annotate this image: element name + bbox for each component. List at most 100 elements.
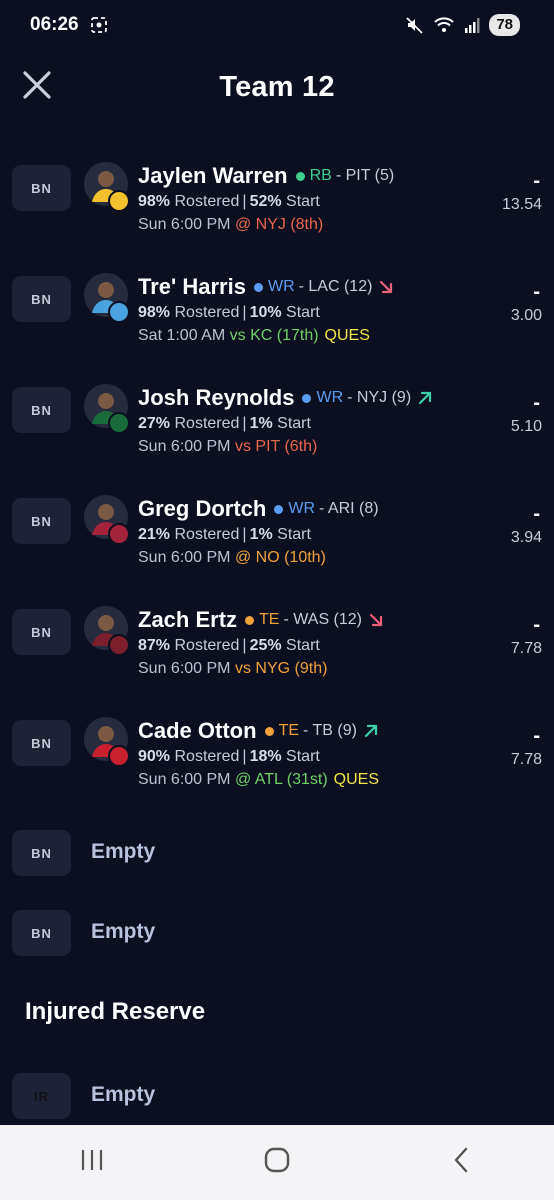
slot-badge[interactable]: BN xyxy=(12,165,71,211)
roster-stats: 98% Rostered | 52% Start xyxy=(138,190,468,213)
trend-up-icon xyxy=(363,723,379,739)
roster-stats: 21% Rostered | 1% Start xyxy=(138,523,468,546)
projected-points: 7.78 xyxy=(510,640,542,657)
status-dot xyxy=(264,726,274,736)
actual-points: - xyxy=(533,614,540,636)
opponent: @ ATL (31st) xyxy=(234,771,328,788)
slot-badge[interactable]: BN xyxy=(12,720,71,766)
projection-column: - 13.54 xyxy=(472,170,542,214)
separator: | xyxy=(242,526,247,543)
player-position: TE xyxy=(278,722,300,739)
separator: | xyxy=(242,415,247,432)
player-row[interactable]: BN Jaylen Warren RB - PIT (5) 98% Rostered | 5… xyxy=(0,150,554,261)
projected-points: 3.94 xyxy=(510,529,542,546)
player-name[interactable]: Cade Otton xyxy=(138,718,257,744)
empty-slot-list: BN Empty BN Empty xyxy=(0,830,554,990)
player-name[interactable]: Tre' Harris xyxy=(138,274,246,300)
game-info: Sun 6:00 PM vs NYG (9th) xyxy=(138,657,468,680)
player-team: - WAS (12) xyxy=(283,611,363,628)
projection-column: - 7.78 xyxy=(472,614,542,658)
projected-points: 5.10 xyxy=(510,418,542,435)
empty-slot-row[interactable]: BN Empty xyxy=(0,830,554,910)
ir-slot-row[interactable]: IR Empty xyxy=(0,1073,554,1123)
player-info: Zach Ertz TE - WAS (12) 87% Rostered | 25% St… xyxy=(138,606,468,680)
player-name-line: Greg Dortch WR - ARI (8) xyxy=(138,495,468,523)
player-row[interactable]: BN Tre' Harris WR - LAC (12) 98% Rostered | 10… xyxy=(0,261,554,372)
slot-badge[interactable]: BN xyxy=(12,387,71,433)
slot-badge[interactable]: IR xyxy=(12,1073,71,1119)
start-pct: 10% xyxy=(249,304,282,321)
start-label: Start xyxy=(286,748,320,765)
status-time: 06:26 xyxy=(30,14,79,35)
screenshot-icon xyxy=(89,15,109,35)
player-avatar[interactable] xyxy=(84,162,130,212)
status-right: 78 xyxy=(405,14,520,36)
player-avatar[interactable] xyxy=(84,717,130,767)
player-avatar[interactable] xyxy=(84,606,130,656)
player-avatar[interactable] xyxy=(84,495,130,545)
trend-down-icon xyxy=(378,279,394,295)
projection-column: - 7.78 xyxy=(472,725,542,769)
slot-badge[interactable]: BN xyxy=(12,498,71,544)
team-logo-icon xyxy=(108,745,130,767)
player-position: WR xyxy=(288,500,316,517)
projection-column: - 3.94 xyxy=(472,503,542,547)
player-name-line: Tre' Harris WR - LAC (12) xyxy=(138,273,468,301)
actual-points: - xyxy=(533,503,540,525)
slot-badge[interactable]: BN xyxy=(12,910,71,956)
separator: | xyxy=(242,637,247,654)
injury-status-tag: QUES xyxy=(333,771,380,788)
rostered-pct: 90% xyxy=(138,748,171,765)
projected-points: 3.00 xyxy=(510,307,542,324)
game-info: Sun 6:00 PM @ ATL (31st) QUES xyxy=(138,768,468,791)
player-info: Josh Reynolds WR - NYJ (9) 27% Rostered | 1% … xyxy=(138,384,468,458)
close-button[interactable] xyxy=(20,70,54,104)
rostered-label: Rostered xyxy=(174,304,240,321)
slot-badge[interactable]: BN xyxy=(12,276,71,322)
player-row[interactable]: BN Greg Dortch WR - ARI (8) 21% Rostered | 1% … xyxy=(0,483,554,594)
player-avatar[interactable] xyxy=(84,384,130,434)
empty-label: Empty xyxy=(91,920,156,943)
team-logo-icon xyxy=(108,634,130,656)
player-team: - ARI (8) xyxy=(319,500,379,517)
recent-apps-button[interactable] xyxy=(62,1143,122,1183)
start-pct: 18% xyxy=(249,748,282,765)
player-team: - TB (9) xyxy=(303,722,357,739)
game-info: Sun 6:00 PM @ NO (10th) xyxy=(138,546,468,569)
start-label: Start xyxy=(277,415,311,432)
player-name[interactable]: Greg Dortch xyxy=(138,496,266,522)
home-button[interactable] xyxy=(247,1143,307,1183)
player-position: WR xyxy=(267,278,295,295)
empty-slot-row[interactable]: BN Empty xyxy=(0,910,554,990)
player-position: RB xyxy=(309,167,332,184)
header: Team 12 xyxy=(0,58,554,116)
player-row[interactable]: BN Zach Ertz TE - WAS (12) 87% Rostered | 25% … xyxy=(0,594,554,705)
slot-badge[interactable]: BN xyxy=(12,609,71,655)
page-title: Team 12 xyxy=(219,70,335,103)
projected-points: 7.78 xyxy=(510,751,542,768)
start-pct: 25% xyxy=(249,637,282,654)
empty-label: Empty xyxy=(91,840,156,863)
player-name[interactable]: Josh Reynolds xyxy=(138,385,294,411)
projected-points: 13.54 xyxy=(501,196,542,213)
start-label: Start xyxy=(277,526,311,543)
roster-stats: 27% Rostered | 1% Start xyxy=(138,412,468,435)
player-row[interactable]: BN Cade Otton TE - TB (9) 90% Rostered | 18% S… xyxy=(0,705,554,816)
player-info: Greg Dortch WR - ARI (8) 21% Rostered | 1% St… xyxy=(138,495,468,569)
slot-badge[interactable]: BN xyxy=(12,830,71,876)
close-icon xyxy=(22,70,52,105)
actual-points: - xyxy=(533,392,540,414)
game-time: Sun 6:00 PM xyxy=(138,216,231,233)
back-button[interactable] xyxy=(432,1143,492,1183)
rostered-pct: 98% xyxy=(138,193,171,210)
roster-stats: 98% Rostered | 10% Start xyxy=(138,301,468,324)
rostered-pct: 87% xyxy=(138,637,171,654)
system-nav-bar xyxy=(0,1125,554,1200)
player-position: TE xyxy=(259,611,280,628)
player-row[interactable]: BN Josh Reynolds WR - NYJ (9) 27% Rostered | 1… xyxy=(0,372,554,483)
opponent: vs KC (17th) xyxy=(229,327,319,344)
player-avatar[interactable] xyxy=(84,273,130,323)
player-name[interactable]: Zach Ertz xyxy=(138,607,237,633)
player-name[interactable]: Jaylen Warren xyxy=(138,163,288,189)
player-info: Jaylen Warren RB - PIT (5) 98% Rostered | 52%… xyxy=(138,162,468,236)
